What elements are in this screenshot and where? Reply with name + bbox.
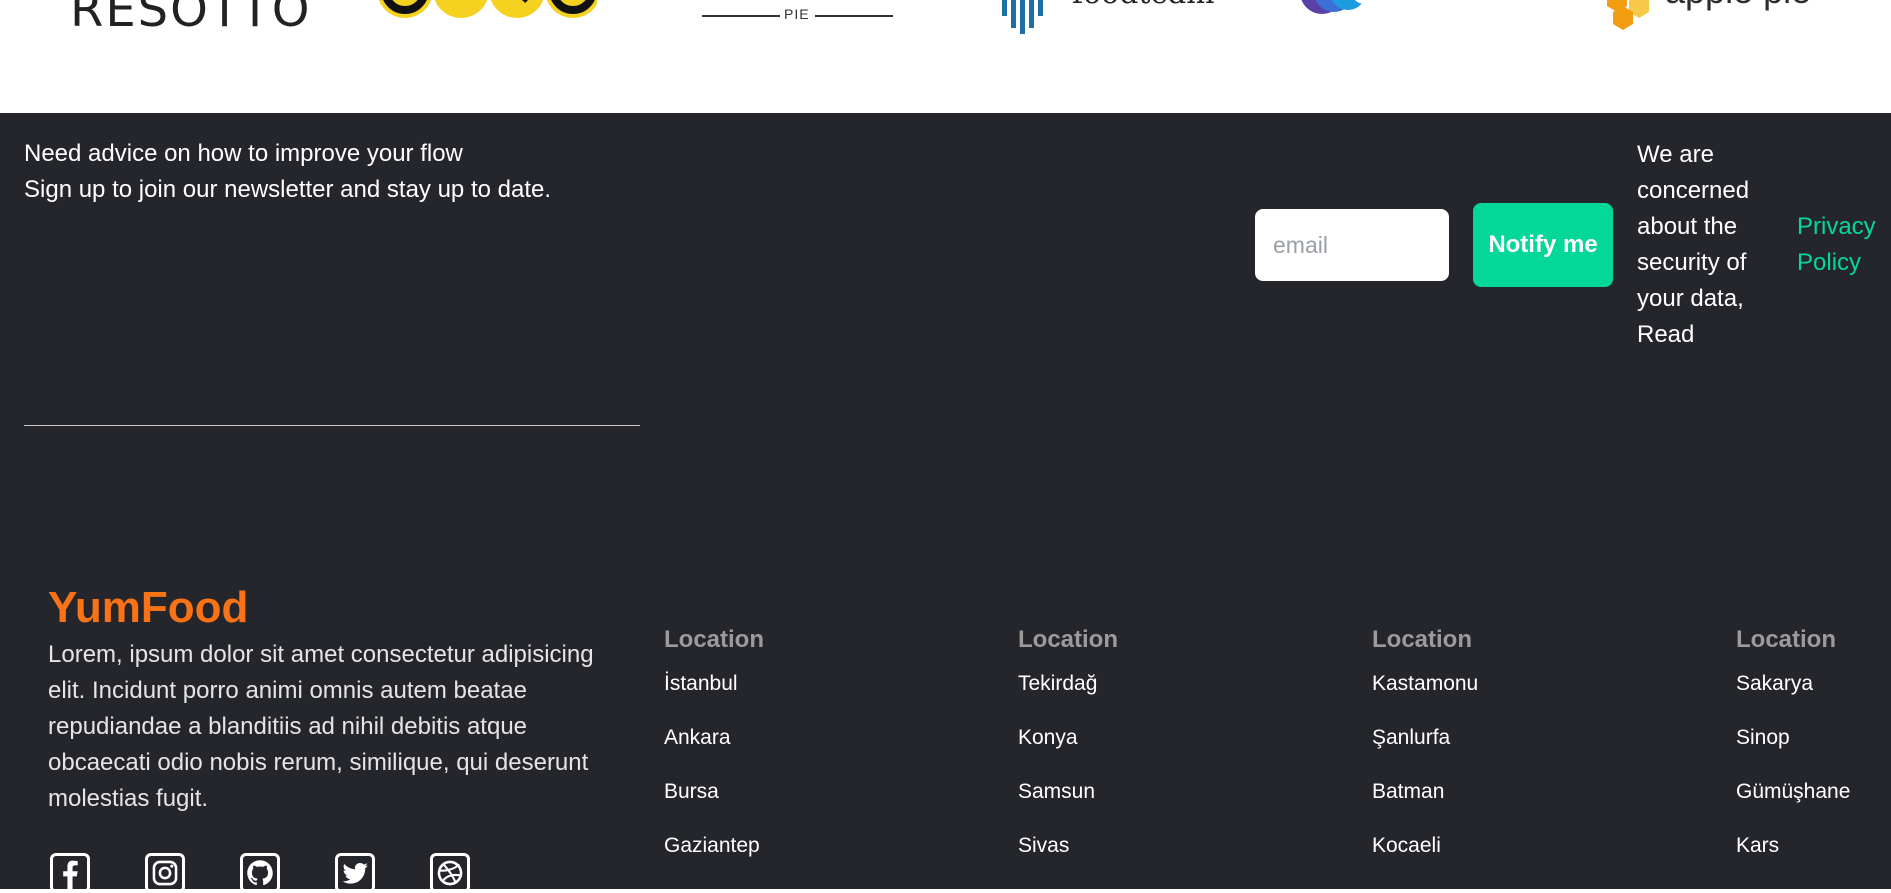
location-link[interactable]: Sinop bbox=[1736, 716, 1850, 770]
privacy-notice: We are concerned about the security of y… bbox=[1637, 141, 1750, 348]
cake-logo bbox=[372, 0, 600, 22]
location-link[interactable]: Ankara bbox=[664, 716, 764, 770]
twitter-icon[interactable] bbox=[335, 853, 375, 893]
apple-pie-logo-text: apple pie bbox=[1665, 0, 1811, 12]
location-link[interactable]: Kars bbox=[1736, 824, 1850, 878]
newsletter-heading: Need advice on how to improve your flow bbox=[24, 140, 463, 167]
location-link[interactable]: Samsun bbox=[1018, 770, 1118, 824]
dribbble-icon[interactable] bbox=[430, 853, 470, 893]
pie-logo-text: PIE bbox=[784, 6, 810, 22]
location-heading: Location bbox=[1018, 626, 1118, 653]
location-link[interactable]: İstanbul bbox=[664, 662, 764, 716]
notify-me-button[interactable]: Notify me bbox=[1473, 203, 1613, 287]
apple-pie-logo: apple pie bbox=[1605, 0, 1855, 36]
location-column: Location İstanbul Ankara Bursa Gaziantep bbox=[664, 618, 764, 878]
location-link[interactable]: Kocaeli bbox=[1372, 824, 1478, 878]
location-link[interactable]: Batman bbox=[1372, 770, 1478, 824]
facebook-icon[interactable] bbox=[50, 853, 90, 893]
site-footer: Need advice on how to improve your flow … bbox=[0, 113, 1891, 893]
location-column: Location Tekirdağ Konya Samsun Sivas bbox=[1018, 618, 1118, 878]
foodteam-logo: foodteam bbox=[1000, 0, 1215, 34]
partner-logos: RESOTTO PIE bbox=[0, 0, 1891, 113]
instagram-icon[interactable] bbox=[145, 853, 185, 893]
location-heading: Location bbox=[664, 626, 764, 653]
privacy-policy-link[interactable]: Privacy Policy bbox=[1797, 209, 1887, 281]
location-link[interactable]: Kastamonu bbox=[1372, 662, 1478, 716]
location-column: Location Sakarya Sinop Gümüşhane Kars bbox=[1736, 618, 1850, 878]
beef-logo bbox=[1298, 0, 1523, 26]
pie-logo: PIE bbox=[700, 0, 895, 28]
location-heading: Location bbox=[1372, 626, 1472, 653]
resotto-logo: RESOTTO bbox=[70, 0, 310, 38]
newsletter-subheading: Sign up to join our newsletter and stay … bbox=[24, 176, 552, 203]
location-link[interactable]: Sakarya bbox=[1736, 662, 1850, 716]
email-input[interactable] bbox=[1255, 209, 1449, 281]
footer-divider bbox=[24, 425, 640, 426]
github-icon[interactable] bbox=[240, 853, 280, 893]
location-link[interactable]: Bursa bbox=[664, 770, 764, 824]
brand-name: YumFood bbox=[48, 583, 249, 632]
location-link[interactable]: Konya bbox=[1018, 716, 1118, 770]
brand-description: Lorem, ipsum dolor sit amet consectetur … bbox=[48, 641, 594, 812]
resotto-logo-text: RESOTTO bbox=[70, 0, 312, 38]
location-column: Location Kastamonu Şanlurfa Batman Kocae… bbox=[1372, 618, 1478, 878]
location-link[interactable]: Gaziantep bbox=[664, 824, 764, 878]
location-link[interactable]: Şanlurfa bbox=[1372, 716, 1478, 770]
location-link[interactable]: Tekirdağ bbox=[1018, 662, 1118, 716]
location-heading: Location bbox=[1736, 626, 1836, 653]
foodteam-logo-text: foodteam bbox=[1072, 0, 1215, 11]
location-link[interactable]: Sivas bbox=[1018, 824, 1118, 878]
location-link[interactable]: Gümüşhane bbox=[1736, 770, 1850, 824]
